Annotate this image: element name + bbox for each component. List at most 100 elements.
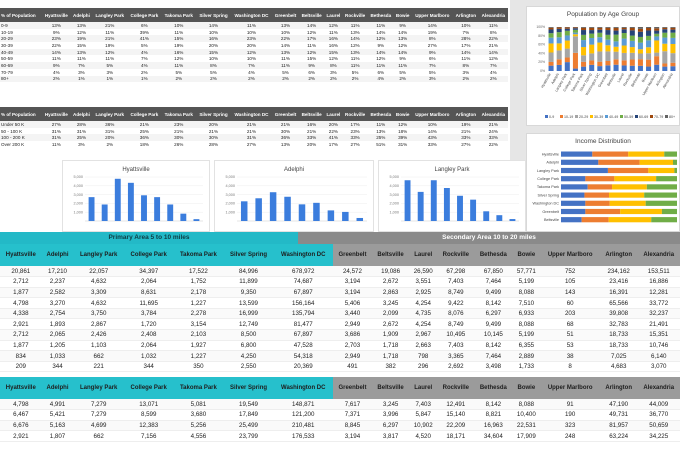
- age-segment-40-49: [564, 35, 570, 41]
- age-segment-0-9: [646, 66, 652, 71]
- age-legend-swatch: [575, 115, 578, 118]
- population-table-cell: 16,886: [637, 276, 680, 288]
- population-table-cell: 5,199: [512, 329, 541, 341]
- age-table-cell: 1%: [70, 75, 93, 83]
- age-table-cell: 5%: [351, 69, 359, 75]
- age-table-cell: 11%: [51, 56, 61, 62]
- age-segment-70-79: [654, 28, 660, 31]
- income-table-header-cell: Takoma Park: [161, 107, 197, 121]
- age-legend-label: 0-9: [549, 115, 554, 119]
- age-table-cell: 14%: [398, 29, 408, 35]
- age-segment-60-69: [589, 30, 595, 34]
- income-count-table-header-cell: Arlington: [599, 377, 638, 399]
- mini-bar: [88, 197, 95, 221]
- age-legend-swatch: [620, 115, 623, 118]
- age-legend-swatch: [635, 115, 638, 118]
- income-segment-1: [598, 159, 640, 165]
- population-table-cell: 2,178: [173, 287, 224, 299]
- population-table-header-cell: Hyattsville: [0, 244, 42, 266]
- age-table-cell: 20%: [208, 42, 219, 48]
- age-table-cell: 5%: [428, 69, 436, 75]
- age-segment-70-79: [629, 27, 635, 31]
- population-table-cell: 2,582: [41, 287, 74, 299]
- income-count-table-cell: 49,731: [599, 409, 638, 421]
- age-table-cell: 11%: [367, 62, 394, 69]
- income-count-table-cell: 4,699: [73, 420, 124, 432]
- age-table-cell: 2%: [324, 75, 343, 83]
- income-table-cell: 21%: [461, 128, 471, 134]
- langley-park-chart[interactable]: Langley Park 5,000 4,000 3,000 2,000 1,000: [378, 160, 526, 232]
- population-table-header-cell: Beltsville: [372, 244, 410, 266]
- population-by-age-chart[interactable]: Population by Age Group Hyattsville Adelp…: [526, 6, 680, 126]
- age-table-cell: 12%: [307, 29, 317, 35]
- population-table-cell: 3,440: [332, 308, 373, 320]
- population-table-cell: 11,899: [223, 276, 274, 288]
- age-table-cell: 9%: [399, 56, 406, 62]
- income-segment-2: [628, 151, 665, 157]
- age-segment-20-29: [662, 51, 668, 64]
- population-table-cell: 1,733: [512, 361, 541, 373]
- age-table-cell: 4%: [367, 75, 394, 83]
- population-table-cell: 6,355: [512, 340, 541, 352]
- mini-tick-label: 2,000: [225, 202, 235, 206]
- income-segment-2: [648, 167, 675, 174]
- income-count-table-cell: 36,770: [637, 409, 680, 421]
- age-table-cell: 20-29: [0, 35, 43, 43]
- population-table-cell: 2,967: [409, 329, 438, 341]
- mini-bar: [327, 210, 335, 221]
- income-count-table-cell: 7,617: [332, 399, 373, 411]
- age-table-cell: 2%: [161, 75, 197, 83]
- age-table-header-cell: Takoma Park: [161, 8, 197, 22]
- income-segment-1: [584, 192, 610, 198]
- age-legend-swatch: [560, 115, 563, 118]
- income-table-cell: 30%: [196, 134, 231, 142]
- income-table-cell: 17%: [342, 121, 368, 128]
- income-table-header-cell: Beltsville: [298, 107, 325, 121]
- age-tick-label: 0%: [540, 69, 545, 73]
- age-table-cell: 3%: [106, 69, 114, 75]
- age-table-cell: 9%: [393, 22, 412, 29]
- age-table-cell: 4%: [248, 69, 255, 75]
- income-distribution-chart[interactable]: Income Distribution Hyattsville Adelphi La…: [526, 133, 680, 232]
- income-count-table-header-cell: Hyattsville: [0, 377, 42, 399]
- population-table-cell: 19,086: [372, 266, 410, 278]
- income-count-table-cell: 148,871: [273, 399, 333, 411]
- income-table-cell: 28%: [208, 141, 219, 147]
- population-table-cell: 153,511: [637, 266, 680, 278]
- population-table-cell: 2,867: [73, 318, 124, 331]
- age-table-cell: 8%: [196, 62, 231, 69]
- adelphi-chart[interactable]: Adelphi 5,000 4,000 3,000 2,000 1,000: [214, 160, 374, 232]
- income-count-table: Hyattsville Adelphi Langley Park College Pa…: [0, 377, 680, 442]
- age-segment-60-69: [597, 29, 603, 33]
- population-table-cell: 234,162: [599, 266, 638, 278]
- income-axis-label: Silver Spring: [537, 193, 559, 197]
- income-count-table-header-cell: Upper Marlboro: [540, 377, 600, 399]
- age-table-cell: 15%: [196, 48, 231, 56]
- population-table-cell: 1,227: [173, 350, 224, 362]
- age-segment-40-49: [613, 41, 619, 47]
- income-table-cell: 43%: [411, 134, 454, 142]
- age-table-cell: 10%: [280, 29, 291, 35]
- population-table-cell: 2,925: [409, 287, 438, 299]
- age-segment-10-19: [581, 61, 587, 67]
- age-table-cell: 3%: [411, 75, 454, 83]
- income-segment-3: [651, 217, 677, 223]
- population-table-cell: 2,672: [372, 318, 410, 331]
- age-legend-swatch: [590, 115, 593, 118]
- income-table-cell: 51%: [376, 141, 386, 147]
- income-table-row: Over 200 K 11% 3% 2% 18% 26% 28% 27% 13% 20% 17% 27…: [0, 141, 508, 148]
- income-table-cell: 36%: [127, 134, 162, 142]
- population-table-cell: 2,408: [124, 329, 174, 341]
- income-table-cell: 22%: [488, 141, 498, 147]
- mini-bar: [114, 178, 121, 221]
- income-table-header-cell: Upper Marlboro: [411, 107, 454, 121]
- income-table-cell: 21%: [127, 121, 162, 128]
- income-count-table-cell: 323: [540, 420, 600, 432]
- age-tick-label: 20%: [538, 60, 545, 64]
- population-table-cell: 209: [0, 361, 42, 373]
- income-segment-0: [561, 167, 608, 174]
- age-segment-10-19: [589, 60, 595, 65]
- hyattsville-chart[interactable]: Hyattsville 5,000 4,000 3,000 2,000 1,000: [62, 160, 210, 232]
- age-legend-label: 70-79: [654, 115, 663, 119]
- age-table-cell: 6%: [377, 69, 385, 75]
